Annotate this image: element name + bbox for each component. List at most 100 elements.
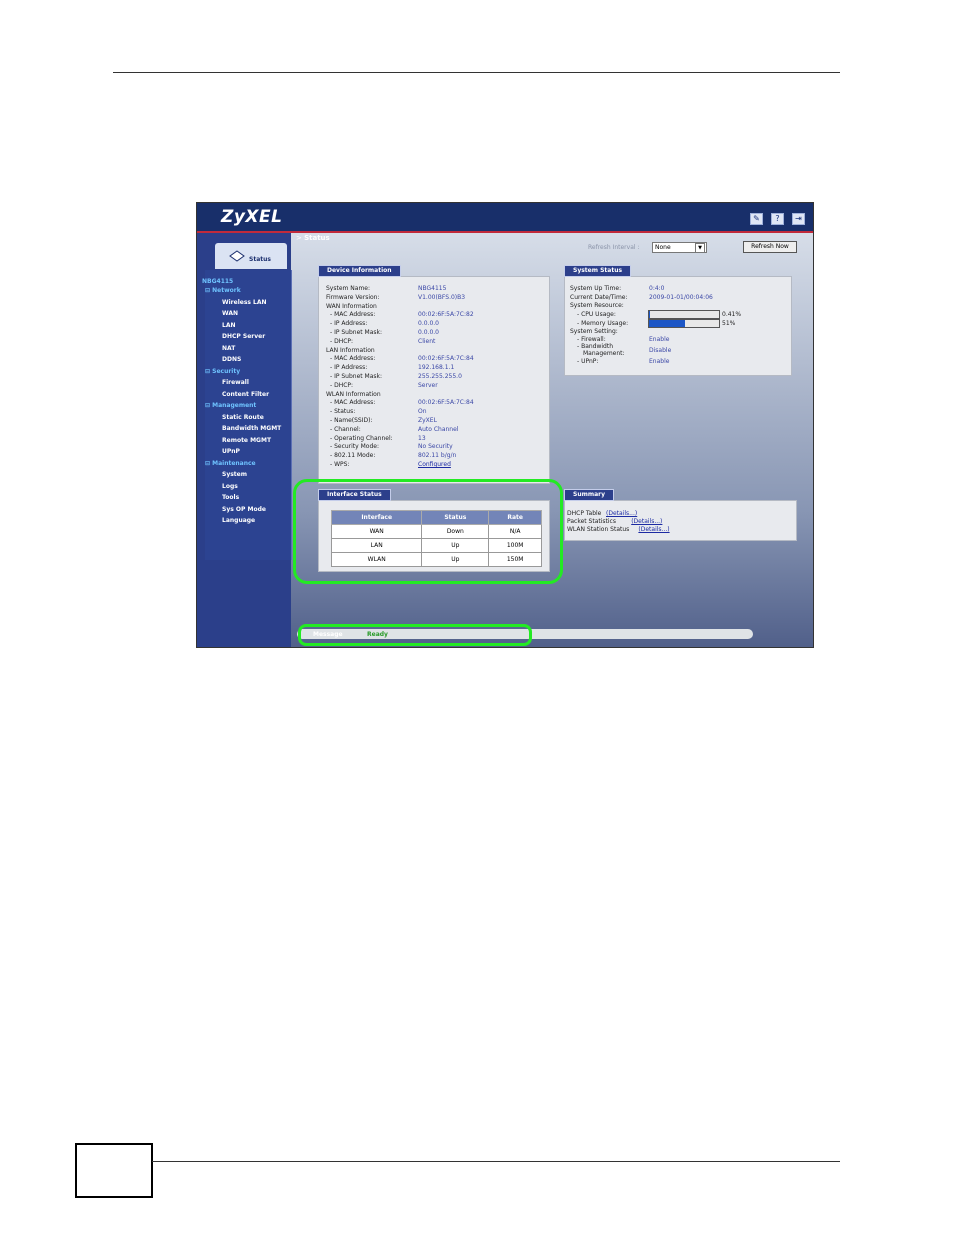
page-header-rule (113, 72, 840, 73)
sidebar-item-sys-op-mode[interactable]: Sys OP Mode (222, 506, 266, 513)
device-info-label: Firmware Version: (326, 293, 380, 301)
device-info-label: - DHCP: (330, 337, 354, 345)
device-info-value: V1.00(BFS.0)B3 (418, 293, 466, 301)
refresh-now-button[interactable]: Refresh Now (743, 241, 797, 253)
sidebar-item-ddns[interactable]: DDNS (222, 356, 241, 363)
resource-label: System Resource: (570, 302, 624, 309)
sidebar-item-upnp[interactable]: UPnP (222, 448, 240, 455)
cpu-label: - CPU Usage: (577, 311, 616, 318)
device-info-label: - DHCP: (330, 381, 354, 389)
sidebar-item-firewall[interactable]: Firewall (222, 379, 249, 386)
datetime-label: Current Date/Time: (570, 294, 628, 301)
top-bar: ZyXEL ✎ ? ⇥ (197, 203, 813, 233)
memory-usage-bar (648, 319, 720, 328)
message-bar-highlight (298, 624, 532, 646)
memory-usage-fill (649, 320, 685, 327)
device-info-label: - IP Subnet Mask: (330, 373, 383, 380)
sidebar-group-network[interactable]: ⊟ Network (205, 287, 241, 294)
sidebar-group-management[interactable]: ⊟ Management (205, 402, 256, 409)
sidebar-item-lan[interactable]: LAN (222, 322, 236, 329)
bandwidth-label-2: Management: (583, 350, 625, 357)
sidebar-item-nat[interactable]: NAT (222, 345, 235, 352)
logout-icon[interactable]: ⇥ (792, 213, 805, 225)
device-info-value: Client (418, 337, 436, 345)
summary-row-label: Packet Statistics (567, 518, 616, 525)
help-icon[interactable]: ? (771, 213, 784, 225)
interface-status-highlight (293, 479, 563, 584)
uptime-value: 0:4:0 (649, 285, 665, 292)
firewall-label: - Firewall: (577, 336, 606, 343)
device-info-value: 802.11 b/g/n (418, 452, 457, 460)
device-info-value: Server (418, 381, 438, 389)
sidebar-item-static-route[interactable]: Static Route (222, 414, 264, 421)
device-info-label: - IP Address: (330, 320, 368, 328)
sidebar-item-system[interactable]: System (222, 471, 247, 478)
device-info-value: NBG4115 (418, 285, 447, 292)
refresh-interval-label: Refresh Interval : (588, 244, 640, 251)
status-tab[interactable]: Status (215, 243, 287, 269)
datetime-value: 2009-01-01/00:04:06 (649, 294, 713, 301)
summary-row-label: WLAN Station Status (567, 526, 630, 533)
system-status-tab: System Status (564, 265, 632, 277)
device-info-value[interactable]: Configured (418, 461, 451, 468)
bandwidth-value: Disable (649, 347, 672, 354)
upnp-label: - UPnP: (577, 358, 599, 365)
device-info-value: 192.168.1.1 (418, 364, 455, 372)
page-number-box (75, 1143, 153, 1198)
router-status-screenshot: ZyXEL ✎ ? ⇥ Status > Status Refresh Inte… (196, 202, 814, 648)
device-info-label: - Channel: (330, 425, 361, 433)
refresh-interval-select[interactable]: None ▼ (652, 242, 707, 253)
device-info-value: Auto Channel (418, 425, 459, 433)
sidebar-device-name: NBG4115 (202, 278, 234, 285)
sidebar-item-dhcp-server[interactable]: DHCP Server (222, 333, 265, 340)
device-info-label: - 802.11 Mode: (330, 452, 376, 460)
summary-tab: Summary (564, 489, 615, 501)
bandwidth-label: - Bandwidth (577, 343, 614, 350)
sidebar-item-bandwidth-mgmt[interactable]: Bandwidth MGMT (222, 425, 281, 432)
device-info-label: LAN Information (326, 346, 375, 354)
sidebar-item-content-filter[interactable]: Content Filter (222, 391, 269, 398)
device-info-label: - Name(SSID): (330, 417, 373, 424)
sidebar-item-wan[interactable]: WAN (222, 310, 238, 317)
device-info-label: - WPS: (330, 461, 350, 468)
device-info-value: 00:02:6F:5A:7C:82 (418, 311, 474, 319)
breadcrumb: > Status (296, 234, 330, 242)
device-info-label: WLAN Information (326, 390, 381, 398)
device-info-value: 00:02:6F:5A:7C:84 (418, 399, 474, 407)
details-link[interactable]: (Details...) (631, 518, 662, 525)
wizard-icon[interactable]: ✎ (750, 213, 763, 225)
sidebar-item-tools[interactable]: Tools (222, 494, 239, 501)
summary-row-label: DHCP Table (567, 510, 602, 517)
cpu-usage-bar (648, 310, 720, 319)
sidebar-item-remote-mgmt[interactable]: Remote MGMT (222, 437, 271, 444)
top-icons: ✎ ? ⇥ (750, 213, 805, 225)
device-info-label: - Operating Channel: (330, 434, 393, 442)
setting-label: System Setting: (570, 328, 618, 335)
device-info-label: - MAC Address: (330, 355, 376, 363)
device-info-label: WAN Information (326, 302, 377, 310)
sidebar-item-language[interactable]: Language (222, 517, 255, 524)
device-info-value: 0.0.0.0 (418, 320, 439, 328)
sidebar-group-security[interactable]: ⊟ Security (205, 368, 240, 375)
upnp-value: Enable (649, 358, 670, 365)
chevron-down-icon: ▼ (695, 243, 705, 253)
status-icon (229, 250, 245, 262)
device-info-value: 255.255.255.0 (418, 373, 462, 380)
device-information-tab: Device Information (318, 265, 401, 277)
device-info-label: - Status: (330, 408, 356, 416)
device-info-label: System Name: (326, 285, 371, 292)
sidebar-item-logs[interactable]: Logs (222, 483, 238, 490)
device-info-label: - MAC Address: (330, 311, 376, 319)
device-info-value: 0.0.0.0 (418, 329, 439, 336)
sidebar-item-wireless-lan[interactable]: Wireless LAN (222, 299, 267, 306)
device-info-value: No Security (418, 443, 453, 451)
device-info-label: - IP Subnet Mask: (330, 329, 383, 336)
sidebar-group-maintenance[interactable]: ⊟ Maintenance (205, 460, 256, 467)
uptime-label: System Up Time: (570, 285, 622, 292)
device-info-value: 13 (418, 434, 426, 442)
memory-value: 51% (722, 320, 736, 327)
details-link[interactable]: (Details...) (606, 510, 637, 517)
status-tab-label: Status (249, 256, 271, 263)
device-info-value: 00:02:6F:5A:7C:84 (418, 355, 474, 363)
details-link[interactable]: (Details...) (638, 526, 669, 533)
